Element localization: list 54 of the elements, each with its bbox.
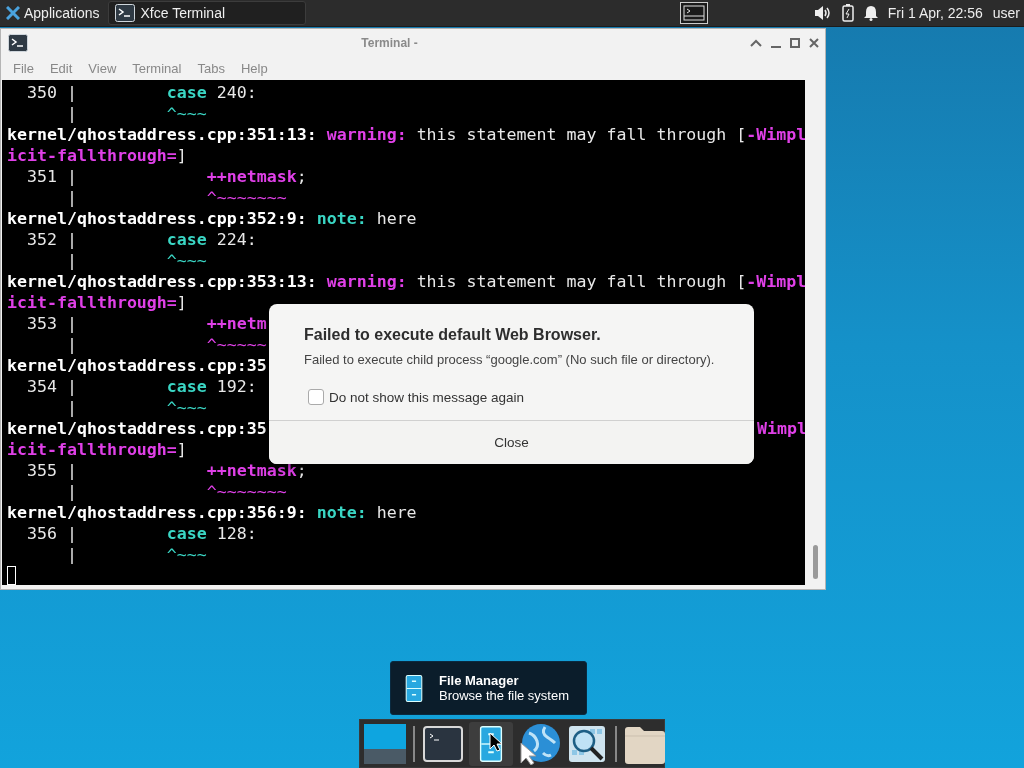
- bell-icon[interactable]: [863, 5, 878, 21]
- taskbar-button[interactable]: Xfce Terminal: [107, 1, 306, 25]
- terminal-line: | ^~~~: [65, 103, 207, 124]
- terminal-line: | ^~~~: [65, 397, 207, 418]
- tooltip-text: Browse the file system: [439, 688, 570, 703]
- terminal-icon: [114, 4, 135, 22]
- mouse-pointer-icon: [489, 731, 502, 752]
- tooltip-title: File Manager: [439, 673, 520, 688]
- close-button[interactable]: Close: [269, 420, 754, 464]
- text-cursor: [7, 566, 16, 585]
- show-desktop-icon[interactable]: [364, 723, 406, 764]
- user-name[interactable]: user: [992, 5, 1020, 21]
- chevron-up-icon[interactable]: [750, 38, 762, 47]
- terminal-icon: [7, 33, 29, 52]
- terminal-line: 356 | case 128:: [25, 523, 257, 544]
- file-cabinet-icon: [405, 674, 423, 702]
- globe-icon[interactable]: [517, 722, 561, 765]
- xfce-logo-icon: [6, 6, 20, 20]
- maximize-icon[interactable]: [790, 37, 800, 48]
- checkbox[interactable]: [308, 389, 324, 405]
- dock-separator: [615, 725, 617, 762]
- terminal-line: kernel/qhostaddress.cpp:35: [7, 355, 267, 376]
- dock-separator: [413, 725, 415, 762]
- volume-icon[interactable]: [813, 5, 832, 21]
- search-icon[interactable]: [568, 724, 606, 763]
- terminal-line: 354 | case 192:: [25, 376, 257, 397]
- terminal-icon[interactable]: [423, 725, 463, 762]
- dialog-message: Failed to execute child process “google.com” (No such file or directory).: [304, 352, 716, 367]
- terminal-line: | ^~~~~~~~: [65, 481, 287, 502]
- terminal-line: 353 | ++netm: [25, 313, 267, 334]
- terminal-line: kernel/qhostaddress.cpp:353:13: warning: this statement may fall through [-Wimpl: [7, 271, 805, 292]
- close-icon[interactable]: [809, 37, 819, 48]
- terminal-line: kernel/qhostaddress.cpp:352:9: note: here: [7, 208, 417, 229]
- terminal-line: kernel/qhostaddress.cpp:351:13: warning: this statement may fall through [-Wimpl: [7, 124, 805, 145]
- battery-icon[interactable]: [841, 4, 854, 22]
- terminal-line: 350 | case 240:: [25, 82, 257, 103]
- dialog-title: Failed to execute default Web Browser.: [304, 326, 602, 344]
- terminal-line: | ^~~~~~: [65, 334, 267, 355]
- terminal-line: | ^~~~: [65, 544, 207, 565]
- terminal-line: 351 | ++netmask;: [25, 166, 307, 187]
- terminal-line: | ^~~~: [65, 250, 207, 271]
- terminal-line: kernel/qhostaddress.cpp:35: [7, 418, 267, 439]
- terminal-text: Wimpl: [757, 418, 805, 439]
- applications-menu[interactable]: Applications: [4, 5, 102, 21]
- terminal-line: 352 | case 224:: [25, 229, 257, 250]
- terminal-line: | ^~~~~~~~: [65, 187, 287, 208]
- terminal-line: kernel/qhostaddress.cpp:356:9: note: here: [7, 502, 417, 523]
- workspace-switcher-icon[interactable]: [679, 2, 708, 24]
- terminal-line: icit-fallthrough=]: [7, 439, 187, 460]
- terminal-line: icit-fallthrough=]: [7, 292, 187, 313]
- do-not-show-checkbox[interactable]: Do not show this message again: [308, 389, 525, 405]
- window-title: Terminal -: [360, 35, 419, 50]
- clock[interactable]: Fri 1 Apr, 22:56: [887, 5, 983, 21]
- terminal-line: icit-fallthrough=]: [7, 145, 187, 166]
